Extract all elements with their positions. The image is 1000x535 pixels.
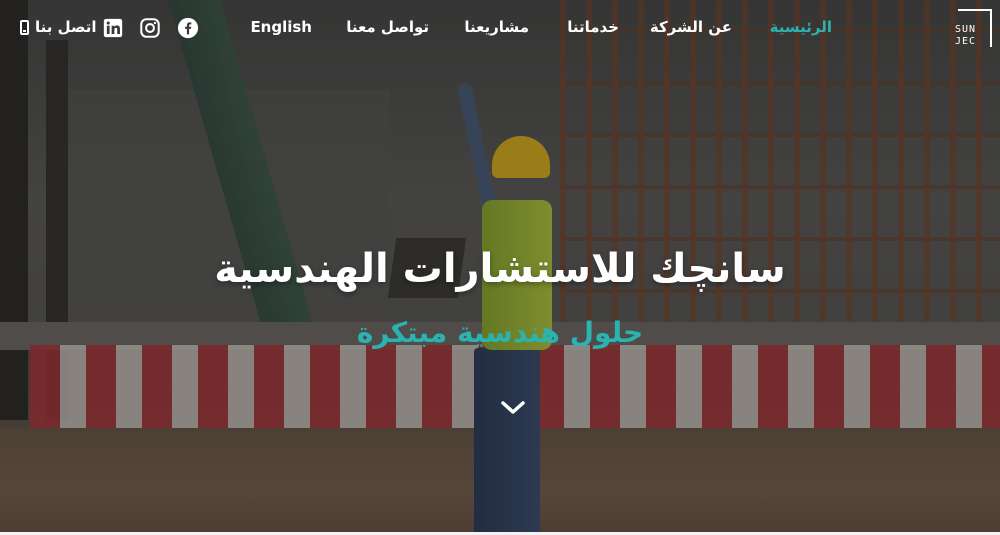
- top-navigation: SUN JEC الرئيسية عن الشركة خدماتنا مشاري…: [0, 0, 1000, 58]
- hero-subtitle: حلول هندسية مبتكرة: [356, 316, 644, 349]
- logo-text-top: SUN: [955, 24, 977, 35]
- nav-item-contact[interactable]: تواصل معنا: [346, 18, 429, 36]
- nav-item-projects[interactable]: مشاريعنا: [464, 18, 529, 36]
- sunjec-logo[interactable]: SUN JEC: [955, 9, 992, 47]
- language-switch[interactable]: English: [250, 18, 312, 36]
- nav-item-home[interactable]: الرئيسية: [770, 18, 832, 36]
- hero-section: SUN JEC الرئيسية عن الشركة خدماتنا مشاري…: [0, 0, 1000, 535]
- instagram-icon[interactable]: [139, 17, 161, 39]
- hero-title: سانچك للاستشارات الهندسية: [214, 246, 786, 292]
- nav-item-about[interactable]: عن الشركة: [650, 18, 732, 36]
- contact-us-link[interactable]: اتصل بنا: [20, 18, 97, 36]
- facebook-icon[interactable]: [177, 17, 199, 39]
- phone-icon: [20, 19, 29, 35]
- linkedin-icon[interactable]: [102, 17, 124, 39]
- contact-us-label: اتصل بنا: [35, 18, 97, 36]
- chevron-down-icon[interactable]: [500, 398, 526, 418]
- logo-text-bottom: JEC: [955, 36, 977, 47]
- nav-item-services[interactable]: خدماتنا: [567, 18, 619, 36]
